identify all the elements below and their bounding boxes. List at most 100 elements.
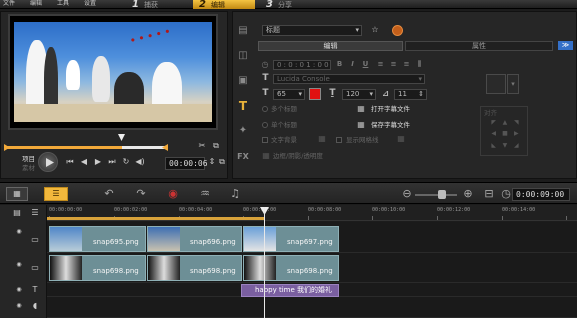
video-library-icon[interactable]: ▤ [236,24,250,38]
video-clip[interactable]: snap695.png [49,226,146,252]
preset-dropdown[interactable]: 标题 ▾ [262,25,362,36]
title-clip[interactable]: happy time 我们的婚礼 [241,284,339,297]
menu-settings[interactable]: 设置 [84,0,96,8]
title-tool-icon[interactable]: T [236,99,250,113]
title-track-icon[interactable]: T [30,285,40,295]
copy-icon[interactable]: ⧉ [217,157,227,167]
grid-settings-icon[interactable]: ▦ [396,134,406,144]
timeline-view-icon[interactable]: ☰ [44,187,68,201]
end-icon[interactable]: ⏭ [107,157,117,167]
library-icon[interactable] [392,25,403,36]
home-icon[interactable]: ⏮ [65,157,75,167]
text-background-settings-icon[interactable]: ▦ [317,134,327,144]
fx-icon[interactable]: FX [236,150,250,164]
video-track-icon[interactable]: ▭ [30,235,40,245]
align-middle-right-icon[interactable]: ▶ [512,130,521,139]
preview-timecode[interactable]: 00:00:06 [165,157,208,170]
align-top-left-icon[interactable]: ◤ [489,119,498,128]
multi-title-radio[interactable] [262,106,268,112]
previous-frame-icon[interactable]: ◀ [79,157,89,167]
playhead[interactable] [264,207,265,318]
align-center-icon[interactable]: ■ [500,130,509,139]
align-top-right-icon[interactable]: ◥ [512,119,521,128]
chevron-down-icon[interactable]: ▾ [507,74,519,94]
menu-edit[interactable]: 编辑 [30,0,42,8]
redo-icon[interactable]: ↷ [134,187,148,201]
save-file-icon[interactable]: ▦ [356,120,366,130]
duration-field[interactable]: 0 : 0 : 0 1 : 0 0 [273,60,331,70]
angle-field[interactable]: 11 ⇕ [394,89,427,100]
collapse-icon[interactable]: ≫ [558,41,573,50]
project-label[interactable]: 项目 [22,155,35,163]
zoom-out-icon[interactable]: ⊖ [400,187,414,201]
video-clip[interactable]: snap697.png [243,226,339,252]
enlarge-icon[interactable]: ⧉ [211,141,221,151]
transition-icon[interactable]: ◫ [236,49,250,63]
title-track-visibility-icon[interactable]: ◉ [14,285,24,295]
align-bottom-center-icon[interactable]: ▼ [500,142,509,151]
video-clip[interactable]: snap696.png [147,226,242,252]
play-button[interactable] [38,152,58,172]
align-center-button[interactable]: ≡ [389,60,398,69]
tab-edit-options[interactable]: 编辑 [258,41,403,51]
zoom-in-icon[interactable]: ⊕ [461,187,475,201]
voice-track-icon[interactable]: ◖ [30,301,40,311]
border-shadow-icon[interactable]: ▦ [261,151,271,161]
show-grid-checkbox[interactable] [336,137,342,143]
align-bottom-right-icon[interactable]: ◢ [512,142,521,151]
fit-project-icon[interactable]: ⊟ [482,187,496,201]
align-left-button[interactable]: ≡ [376,60,385,69]
open-subtitle-button[interactable]: 打开字幕文件 [371,105,410,113]
zoom-slider-thumb[interactable] [438,190,446,199]
timeline-ruler[interactable]: 00:00:00:00 00:00:02:00 00:00:04:00 00:0… [47,205,577,221]
tab-share[interactable]: 3 分享 [262,0,324,10]
star-icon[interactable]: ☆ [370,25,380,35]
single-title-radio[interactable] [262,122,268,128]
line-spacing-field[interactable]: 120 ▾ [342,89,376,100]
image-icon[interactable]: ▣ [236,74,250,88]
audio-mixer-icon[interactable]: ♒ [198,187,212,201]
align-right-button[interactable]: ≡ [402,60,411,69]
record-capture-icon[interactable]: ◉ [166,187,180,201]
zoom-slider[interactable] [415,194,457,196]
overlay-clip[interactable]: snap698.png [49,255,146,281]
video-track-visibility-icon[interactable]: ◉ [14,227,24,237]
align-bottom-left-icon[interactable]: ◣ [489,142,498,151]
align-top-center-icon[interactable]: ▲ [500,119,509,128]
overlay-clip[interactable]: snap698.png [243,255,339,281]
open-file-icon[interactable]: ▦ [356,104,366,114]
tab-attributes[interactable]: 属性 [405,41,553,51]
vertical-text-button[interactable]: ⫼ [415,60,424,69]
timecode-spin-icon[interactable]: ⇕ [207,157,217,167]
graphic-icon[interactable]: ✦ [236,124,250,138]
overlay-track-visibility-icon[interactable]: ◉ [14,260,24,270]
border-shadow-button[interactable]: 边框/阴影/透明度 [273,152,323,160]
volume-icon[interactable]: ◀) [135,157,145,167]
underline-button[interactable]: U [361,60,370,69]
save-subtitle-button[interactable]: 保存字幕文件 [371,121,410,129]
menu-tools[interactable]: 工具 [57,0,69,8]
color-swatch[interactable] [309,88,321,100]
voice-track-visibility-icon[interactable]: ◉ [14,301,24,311]
work-area-bar[interactable] [47,217,265,220]
bold-button[interactable]: B [335,60,344,69]
repeat-icon[interactable]: ↻ [121,157,131,167]
chapter-icon[interactable]: ☰ [30,208,40,218]
italic-button[interactable]: I [348,60,357,69]
next-frame-icon[interactable]: ▶ [93,157,103,167]
auto-music-icon[interactable]: ♫ [228,187,242,201]
undo-icon[interactable]: ↶ [102,187,116,201]
tab-capture[interactable]: 1 捕获 [128,0,190,10]
text-background-checkbox[interactable] [262,137,268,143]
timeline-timecode[interactable]: 0:00:09:00 [512,188,570,201]
font-size-field[interactable]: 65 ▾ [273,89,305,100]
menu-file[interactable]: 文件 [3,0,15,8]
scissors-icon[interactable]: ✂ [197,141,207,151]
track-manager-icon[interactable]: ▤ [12,208,22,218]
title-style-preview[interactable] [486,74,506,94]
clip-label[interactable]: 素材 [22,164,35,172]
font-dropdown[interactable]: Lucida Console ▾ [273,74,425,84]
align-middle-left-icon[interactable]: ◀ [489,130,498,139]
storyboard-view-icon[interactable]: ▦ [6,187,28,201]
overlay-track-icon[interactable]: ▭ [30,263,40,273]
